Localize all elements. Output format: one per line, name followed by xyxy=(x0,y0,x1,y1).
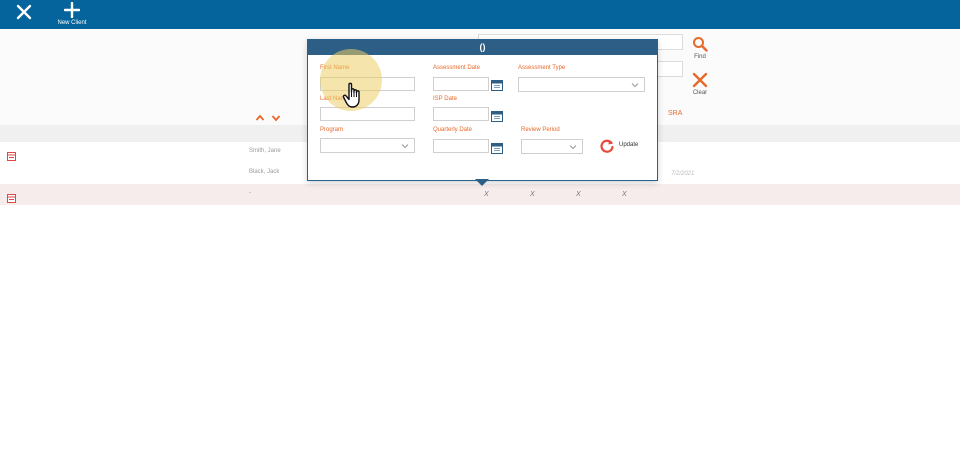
assessment-type-label: Assessment Type xyxy=(518,65,566,71)
plus-icon xyxy=(64,2,80,18)
isp-date-label: ISP Date xyxy=(433,96,457,102)
last-name-input[interactable] xyxy=(320,107,415,121)
assessment-date-calendar-button[interactable] xyxy=(491,78,503,91)
isp-date-calendar-button[interactable] xyxy=(491,109,503,122)
calendar-doc-icon[interactable] xyxy=(7,148,16,161)
assessment-date-input[interactable] xyxy=(433,77,489,91)
close-button[interactable] xyxy=(15,3,33,21)
clear-label: Clear xyxy=(692,90,708,96)
clear-icon xyxy=(692,72,708,88)
client-name: Black, Jack xyxy=(249,169,280,175)
search-icon xyxy=(693,37,708,52)
calendar-doc-icon[interactable] xyxy=(7,190,16,203)
chevron-down-icon xyxy=(271,115,281,122)
calendar-icon xyxy=(491,80,503,91)
filter-popup: () First Name Last Name Program Assessme… xyxy=(307,39,658,181)
first-name-input[interactable] xyxy=(320,77,415,91)
sra-date: 7/2/2021 xyxy=(671,171,695,177)
chevron-up-icon xyxy=(255,114,265,121)
last-name-label: Last Name xyxy=(320,96,350,102)
new-client-button[interactable]: New Client xyxy=(54,1,90,29)
chevron-down-icon xyxy=(401,144,409,149)
clear-button[interactable]: Clear xyxy=(687,72,713,102)
update-label: Update xyxy=(619,142,639,148)
cell-mark: X xyxy=(530,191,535,198)
assessment-date-label: Assessment Date xyxy=(433,65,481,71)
find-label: Find xyxy=(694,54,706,60)
popup-pointer xyxy=(475,179,489,186)
refresh-icon xyxy=(600,139,614,153)
cell-mark: X xyxy=(484,191,489,198)
sort-controls xyxy=(255,110,285,122)
program-select[interactable] xyxy=(320,138,415,153)
sra-column-header[interactable]: SRA xyxy=(668,110,682,117)
top-toolbar: New Client xyxy=(0,0,960,29)
quarterly-date-calendar-button[interactable] xyxy=(491,141,503,154)
client-name: - xyxy=(249,190,251,196)
chevron-down-icon xyxy=(631,83,639,88)
review-period-label: Review Period xyxy=(521,127,560,133)
table-row: - X X X X xyxy=(0,184,960,205)
chevron-down-icon xyxy=(569,145,577,150)
quarterly-date-input[interactable] xyxy=(433,139,489,153)
new-client-label: New Client xyxy=(57,20,87,26)
find-button[interactable]: Find xyxy=(687,36,713,66)
assessment-type-select[interactable] xyxy=(518,77,645,92)
program-label: Program xyxy=(320,127,344,133)
cell-mark: X xyxy=(622,191,627,198)
close-icon xyxy=(16,4,32,20)
quarterly-date-label: Quarterly Date xyxy=(433,127,473,133)
calendar-icon xyxy=(491,143,503,154)
cell-mark: X xyxy=(576,191,581,198)
update-button[interactable]: Update xyxy=(599,137,645,155)
calendar-icon xyxy=(491,111,503,122)
isp-date-input[interactable] xyxy=(433,107,489,121)
first-name-label: First Name xyxy=(320,65,350,71)
review-period-select[interactable] xyxy=(521,139,583,154)
popup-title: () xyxy=(308,40,657,55)
client-name: Smith, Jane xyxy=(249,148,281,154)
